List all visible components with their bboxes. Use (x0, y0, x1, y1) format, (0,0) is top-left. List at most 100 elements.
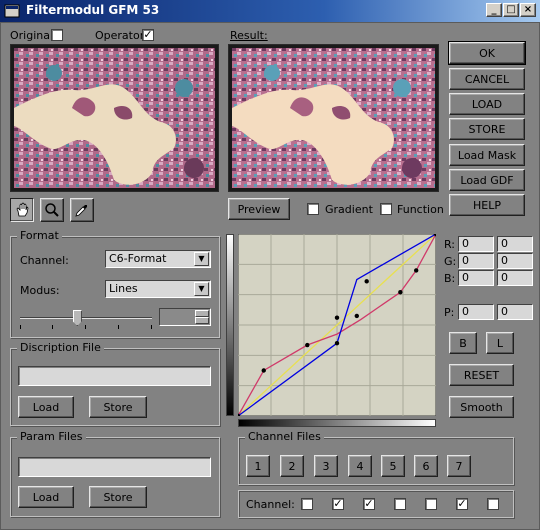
reset-button[interactable]: RESET (449, 364, 514, 386)
window-title: Filtermodul GFM 53 (26, 3, 160, 17)
magnifier-icon (45, 203, 59, 217)
curve-control-point[interactable] (305, 342, 310, 348)
p-label: P: (444, 306, 455, 319)
p-value-2[interactable]: 0 (497, 304, 533, 320)
result-label: Result: (230, 29, 268, 42)
channel-checkbox-3[interactable]: ✓ (363, 498, 375, 510)
l-button[interactable]: L (486, 332, 514, 354)
slider-track[interactable] (20, 317, 152, 319)
original-checkbox[interactable] (51, 29, 63, 41)
description-file-title: Discription File (17, 341, 104, 354)
slider-tick (20, 325, 21, 329)
curve-chart[interactable] (238, 234, 436, 416)
p-value-1[interactable]: 0 (458, 304, 494, 320)
modus-select[interactable]: Lines ▼ (105, 280, 211, 298)
maximize-button[interactable]: □ (503, 3, 519, 17)
b-button[interactable]: B (449, 332, 477, 354)
r-label: R: (444, 238, 456, 251)
channel-files-title: Channel Files (245, 430, 324, 443)
curve-control-point[interactable] (261, 368, 266, 373)
original-label: Original: (10, 29, 57, 42)
operator-checkbox[interactable]: ✓ (142, 29, 154, 41)
store-button[interactable]: STORE (449, 118, 525, 140)
curve-control-point[interactable] (364, 279, 369, 284)
app-window-icon (4, 4, 20, 18)
description-load-button[interactable]: Load (18, 396, 74, 418)
description-file-field[interactable] (18, 366, 211, 386)
smooth-button[interactable]: Smooth (449, 396, 514, 418)
modus-select-label: Modus: (20, 284, 60, 297)
curve-control-point[interactable] (354, 313, 359, 319)
cancel-button[interactable]: CANCEL (449, 68, 525, 90)
load-mask-button[interactable]: Load Mask (449, 144, 525, 166)
hand-tool-button[interactable] (10, 198, 34, 222)
channel-select[interactable]: C6-Format ▼ (105, 250, 211, 268)
channel-file-button-7[interactable]: 7 (447, 455, 471, 477)
load-button[interactable]: LOAD (449, 93, 525, 115)
r-value-2[interactable]: 0 (497, 236, 533, 252)
param-load-button[interactable]: Load (18, 486, 74, 508)
help-button[interactable]: HELP (449, 194, 525, 216)
close-button[interactable]: × (520, 3, 536, 17)
function-label: Function (397, 203, 444, 216)
channel-row-label: Channel: (246, 498, 295, 511)
channel-file-button-4[interactable]: 4 (348, 455, 372, 477)
modus-select-value: Lines (109, 282, 138, 295)
zoom-tool-button[interactable] (40, 198, 64, 222)
r-value-1[interactable]: 0 (458, 236, 494, 252)
curve-control-point[interactable] (414, 268, 419, 273)
curve-control-point[interactable] (398, 290, 403, 295)
title-bar: Filtermodul GFM 53 _ □ × (0, 0, 540, 22)
minimize-button[interactable]: _ (486, 3, 502, 17)
eyedropper-tool-button[interactable] (70, 198, 94, 222)
eyedropper-icon (75, 205, 87, 217)
gradient-checkbox[interactable] (307, 203, 319, 215)
param-files-title: Param Files (17, 430, 86, 443)
function-checkbox[interactable] (380, 203, 392, 215)
b-value-2[interactable]: 0 (497, 270, 533, 286)
channel-checkbox-2[interactable]: ✓ (332, 498, 344, 510)
slider-value-box[interactable] (159, 308, 211, 326)
ok-button[interactable]: OK (448, 41, 526, 65)
slider-tick (85, 325, 86, 329)
result-image-frame (228, 44, 439, 192)
spin-up-icon[interactable] (195, 310, 209, 317)
slider-tick (151, 325, 152, 329)
channel-file-button-6[interactable]: 6 (414, 455, 438, 477)
hand-tool-icon (16, 202, 29, 217)
channel-checkbox-1[interactable] (301, 498, 313, 510)
channel-file-button-2[interactable]: 2 (280, 455, 304, 477)
slider-tick (52, 325, 53, 329)
g-value-1[interactable]: 0 (458, 253, 494, 269)
format-group-title: Format (17, 229, 62, 242)
channel-file-button-5[interactable]: 5 (381, 455, 405, 477)
description-store-button[interactable]: Store (89, 396, 147, 418)
curve-control-point[interactable] (334, 315, 340, 320)
channel-checkbox-6[interactable]: ✓ (456, 498, 468, 510)
channel-checkbox-7[interactable] (487, 498, 499, 510)
gradient-label: Gradient (325, 203, 373, 216)
channel-select-label: Channel: (20, 254, 69, 267)
spin-down-icon[interactable] (195, 317, 209, 324)
channel-checkbox-5[interactable] (425, 498, 437, 510)
channel-checkbox-4[interactable] (394, 498, 406, 510)
curve-control-point[interactable] (334, 341, 340, 346)
original-image-frame (10, 44, 219, 192)
channel-file-button-1[interactable]: 1 (246, 455, 270, 477)
param-store-button[interactable]: Store (89, 486, 147, 508)
channel-file-button-3[interactable]: 3 (314, 455, 338, 477)
load-gdf-button[interactable]: Load GDF (449, 169, 525, 191)
operator-label: Operator: (95, 29, 148, 42)
preview-button[interactable]: Preview (228, 198, 290, 220)
b-value-1[interactable]: 0 (458, 270, 494, 286)
result-image[interactable] (232, 48, 435, 188)
chevron-down-icon: ▼ (194, 252, 209, 266)
g-value-2[interactable]: 0 (497, 253, 533, 269)
g-label: G: (444, 255, 457, 268)
param-files-field[interactable] (18, 457, 211, 477)
chevron-down-icon: ▼ (194, 282, 209, 296)
horizontal-gradient-bar (238, 419, 436, 427)
original-image[interactable] (14, 48, 215, 188)
vertical-gradient-bar (226, 234, 234, 416)
channel-select-value: C6-Format (109, 252, 167, 265)
